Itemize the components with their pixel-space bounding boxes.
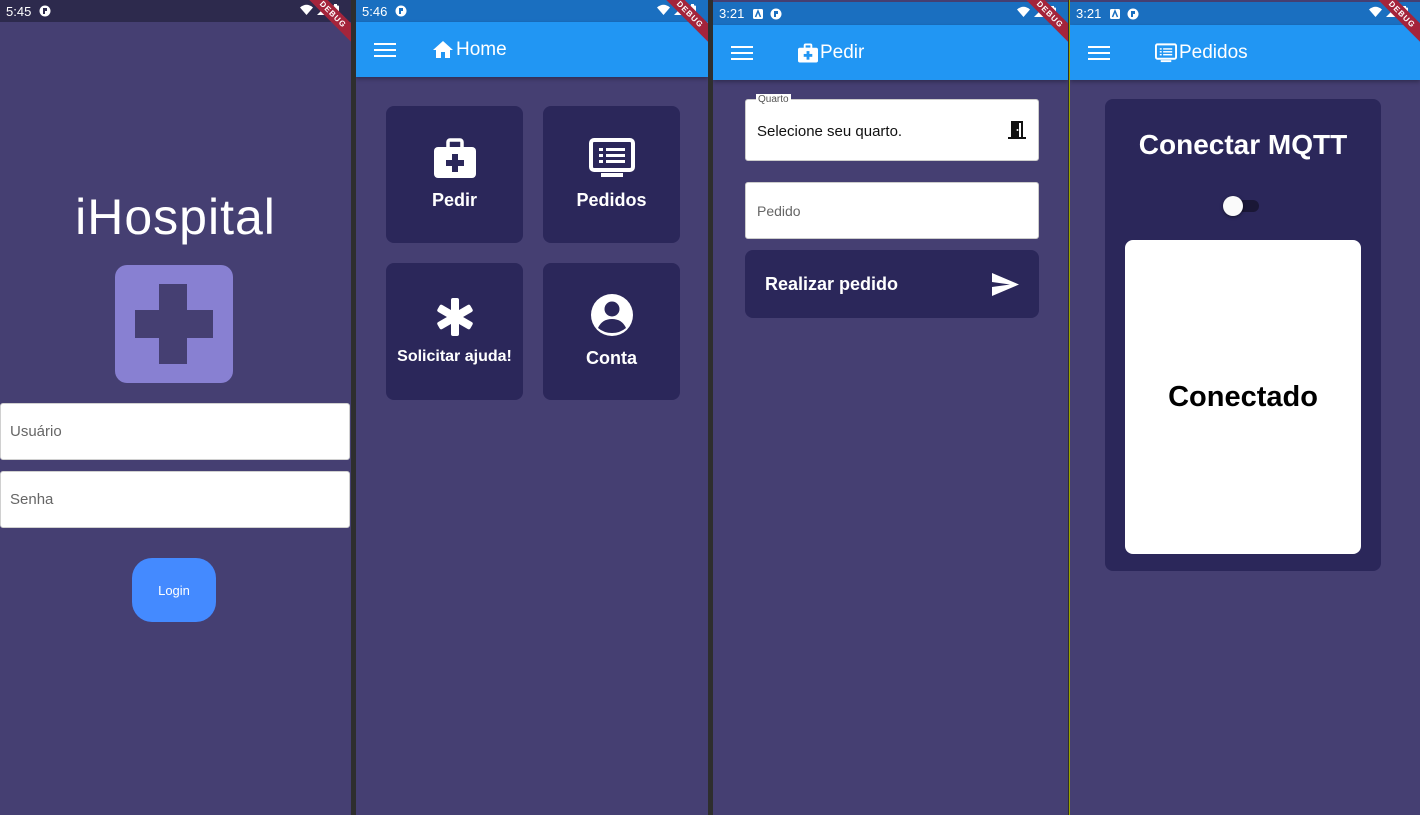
list-monitor-icon bbox=[1155, 42, 1177, 62]
notification-icon bbox=[1127, 8, 1139, 20]
username-field[interactable] bbox=[0, 403, 350, 460]
mqtt-card-title: Conectar MQTT bbox=[1138, 129, 1348, 160]
menu-icon[interactable] bbox=[374, 42, 396, 57]
tile-conta[interactable]: Conta bbox=[543, 263, 680, 400]
password-field[interactable] bbox=[0, 471, 350, 528]
app-name: iHospital bbox=[75, 189, 276, 245]
status-time: 5:46 bbox=[362, 3, 388, 19]
tile-label: Conta bbox=[586, 348, 637, 368]
door-icon bbox=[1008, 121, 1026, 139]
home-screen: 5:46 Home DEBUG Pedir Pedidos Solicitar … bbox=[356, 0, 708, 815]
app-bar: Pedidos bbox=[1070, 25, 1420, 80]
app-screens: 5:45 DEBUG iHospital Login 5:46 bbox=[0, 0, 1420, 815]
notification-icon bbox=[395, 5, 407, 17]
wifi-icon bbox=[300, 4, 313, 15]
page-title: Home bbox=[432, 39, 507, 61]
wifi-icon bbox=[657, 4, 670, 15]
room-select-value: Selecione seu quarto. bbox=[757, 123, 903, 140]
password-input[interactable] bbox=[1, 472, 349, 527]
login-screen: 5:45 DEBUG iHospital Login bbox=[0, 0, 351, 815]
status-bar: 5:46 bbox=[356, 0, 708, 22]
status-bar: 5:45 bbox=[0, 0, 351, 22]
app-bar: Home bbox=[356, 22, 708, 77]
connection-status: Conectado bbox=[1125, 240, 1361, 554]
login-button[interactable]: Login bbox=[132, 558, 216, 622]
page-title-text: Pedidos bbox=[1179, 41, 1248, 63]
medical-bag-icon bbox=[798, 42, 818, 63]
room-select-label: Quarto bbox=[756, 94, 791, 105]
pedidos-screen: 3:21 Pedidos DEBUG Conectar MQTT Conecta… bbox=[1069, 0, 1420, 815]
send-icon bbox=[992, 272, 1019, 296]
tile-pedir[interactable]: Pedir bbox=[386, 106, 523, 243]
mqtt-connect-switch[interactable] bbox=[1223, 196, 1259, 216]
status-time: 3:21 bbox=[1076, 6, 1102, 21]
switch-thumb bbox=[1223, 196, 1243, 216]
status-bar: 3:21 bbox=[713, 2, 1068, 25]
tile-label: Pedir bbox=[431, 190, 478, 210]
wifi-icon bbox=[1017, 6, 1030, 17]
submit-order-label: Realizar pedido bbox=[765, 273, 899, 294]
tile-label: Pedidos bbox=[576, 190, 647, 210]
tile-label: Solicitar ajuda! bbox=[397, 347, 512, 365]
notification-icon bbox=[1109, 8, 1121, 20]
pedir-screen: 3:21 Pedir DEBUG Quarto Selecione seu qu… bbox=[713, 0, 1068, 815]
status-bar: 3:21 bbox=[1070, 2, 1420, 25]
status-time: 5:45 bbox=[6, 3, 32, 19]
medical-bag-icon bbox=[433, 138, 476, 178]
tile-solicitar-ajuda[interactable]: Solicitar ajuda! bbox=[386, 263, 523, 400]
app-bar: Pedir bbox=[713, 25, 1068, 80]
page-title-text: Pedir bbox=[820, 41, 865, 63]
notification-icon bbox=[39, 5, 51, 17]
account-circle-icon bbox=[590, 294, 633, 336]
mqtt-card: Conectar MQTT Conectado bbox=[1105, 99, 1381, 571]
room-select[interactable]: Quarto Selecione seu quarto. bbox=[745, 94, 1039, 161]
status-time: 3:21 bbox=[719, 6, 745, 21]
page-title-text: Home bbox=[456, 38, 507, 60]
wifi-icon bbox=[1369, 6, 1382, 17]
menu-icon[interactable] bbox=[731, 45, 753, 60]
tile-pedidos[interactable]: Pedidos bbox=[543, 106, 680, 243]
page-title: Pedidos bbox=[1155, 42, 1248, 64]
list-monitor-icon bbox=[588, 138, 635, 177]
menu-icon[interactable] bbox=[1088, 45, 1110, 60]
notification-icon bbox=[770, 8, 782, 20]
order-input[interactable] bbox=[746, 183, 1038, 238]
notification-icon bbox=[752, 8, 764, 20]
asterisk-icon bbox=[436, 297, 473, 336]
submit-order-button[interactable]: Realizar pedido bbox=[745, 250, 1039, 318]
home-icon bbox=[433, 40, 453, 58]
medical-cross-icon bbox=[115, 265, 233, 383]
username-input[interactable] bbox=[1, 404, 349, 459]
order-field[interactable] bbox=[745, 182, 1039, 239]
page-title: Pedir bbox=[798, 42, 864, 64]
